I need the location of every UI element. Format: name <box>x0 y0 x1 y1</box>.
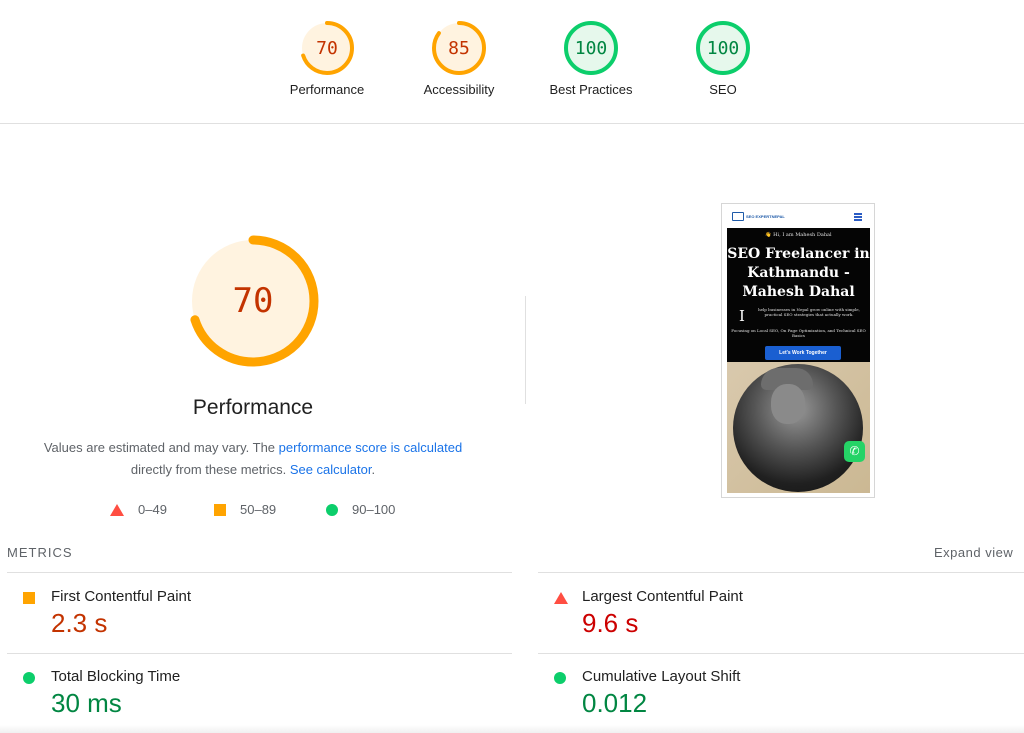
circle-icon <box>326 503 338 516</box>
portrait-face <box>771 384 805 424</box>
metrics-heading: METRICS <box>7 545 73 560</box>
performance-description: Values are estimated and may vary. The p… <box>40 437 466 481</box>
metric-name: Cumulative Layout Shift <box>582 668 741 685</box>
gauge-ring: 70 <box>300 21 354 75</box>
site-portrait <box>727 362 870 493</box>
gauge-best-practices[interactable]: 100 Best Practices <box>536 20 646 97</box>
desc-text: directly from these metrics. <box>130 462 290 477</box>
legend-label: 50–89 <box>240 502 277 517</box>
gauge-accessibility[interactable]: 85 Accessibility <box>404 20 514 97</box>
site-header: SEO EXPERTNEPAL <box>722 204 874 228</box>
whatsapp-icon: ✆ <box>844 441 865 462</box>
site-headline: SEO Freelancer in Kathmandu - Mahesh Dah… <box>727 246 870 300</box>
site-drop-letter: I <box>739 307 745 325</box>
gauge-score: 85 <box>448 38 470 59</box>
final-screenshot[interactable]: SEO EXPERTNEPAL 👋 Hi, I am Mahesh Dahal … <box>721 203 875 498</box>
performance-score-link[interactable]: performance score is calculated <box>279 440 463 455</box>
square-icon <box>214 503 226 516</box>
site-greeting: 👋 Hi, I am Mahesh Dahal <box>765 232 832 238</box>
metrics-divider <box>538 653 1024 654</box>
circle-icon <box>23 672 35 684</box>
metrics-divider <box>7 572 512 573</box>
gauge-label: Accessibility <box>423 82 495 97</box>
expand-view-toggle[interactable]: Expand view <box>934 545 1024 560</box>
metrics-divider <box>7 653 512 654</box>
square-icon <box>23 592 35 604</box>
site-logo: SEO EXPERTNEPAL <box>732 212 785 222</box>
performance-gauge: 70 <box>187 235 319 367</box>
metric-value: 0.012 <box>582 688 648 718</box>
metrics-divider <box>538 572 1024 573</box>
monitor-icon <box>732 212 744 221</box>
performance-title: Performance <box>192 396 314 419</box>
desc-text: Values are estimated and may vary. The <box>43 440 279 455</box>
metric-name: First Contentful Paint <box>51 588 192 605</box>
gauge-label: SEO <box>709 82 737 97</box>
metric-value: 9.6 s <box>582 608 639 638</box>
metric-name: Total Blocking Time <box>51 668 181 685</box>
legend-fail: 0–49 <box>110 502 167 517</box>
triangle-icon <box>554 592 568 604</box>
gauge-label: Performance <box>289 82 365 97</box>
gauge-ring: 100 <box>696 21 750 75</box>
gauge-score: 100 <box>707 38 740 59</box>
see-calculator-link[interactable]: See calculator <box>290 462 372 477</box>
vertical-divider <box>525 296 526 404</box>
gauge-ring: 85 <box>432 21 486 75</box>
scroll-shadow <box>0 725 1024 733</box>
legend-average: 50–89 <box>214 502 276 517</box>
performance-score: 70 <box>233 281 274 321</box>
gauge-seo[interactable]: 100 SEO <box>668 20 778 97</box>
site-intro: help businesses in Nepal grow online wit… <box>758 307 860 317</box>
site-logo-text: SEO EXPERTNEPAL <box>746 214 785 219</box>
triangle-icon <box>110 503 124 516</box>
site-hero: 👋 Hi, I am Mahesh Dahal SEO Freelancer i… <box>727 228 870 362</box>
gauge-score: 70 <box>316 38 338 59</box>
metric-value: 2.3 s <box>51 608 108 638</box>
gauge-score: 100 <box>575 38 608 59</box>
legend-label: 90–100 <box>352 502 396 517</box>
hamburger-menu-icon <box>854 213 862 222</box>
category-gauges: 70 Performance 85 Accessibility 100 Best… <box>0 0 1024 124</box>
gauge-label: Best Practices <box>549 82 633 97</box>
legend-label: 0–49 <box>138 502 167 517</box>
desc-text: . <box>371 462 376 477</box>
site-cta-button: Let's Work Together <box>765 346 841 360</box>
gauge-ring: 100 <box>564 21 618 75</box>
metric-name: Largest Contentful Paint <box>582 588 743 605</box>
score-legend: 0–49 50–89 90–100 <box>0 502 506 522</box>
legend-pass: 90–100 <box>326 502 395 517</box>
circle-icon <box>554 672 566 684</box>
site-focus: Focusing on Local SEO, On Page Optimizat… <box>731 328 866 338</box>
metric-value: 30 ms <box>51 688 122 718</box>
gauge-performance[interactable]: 70 Performance <box>272 20 382 97</box>
